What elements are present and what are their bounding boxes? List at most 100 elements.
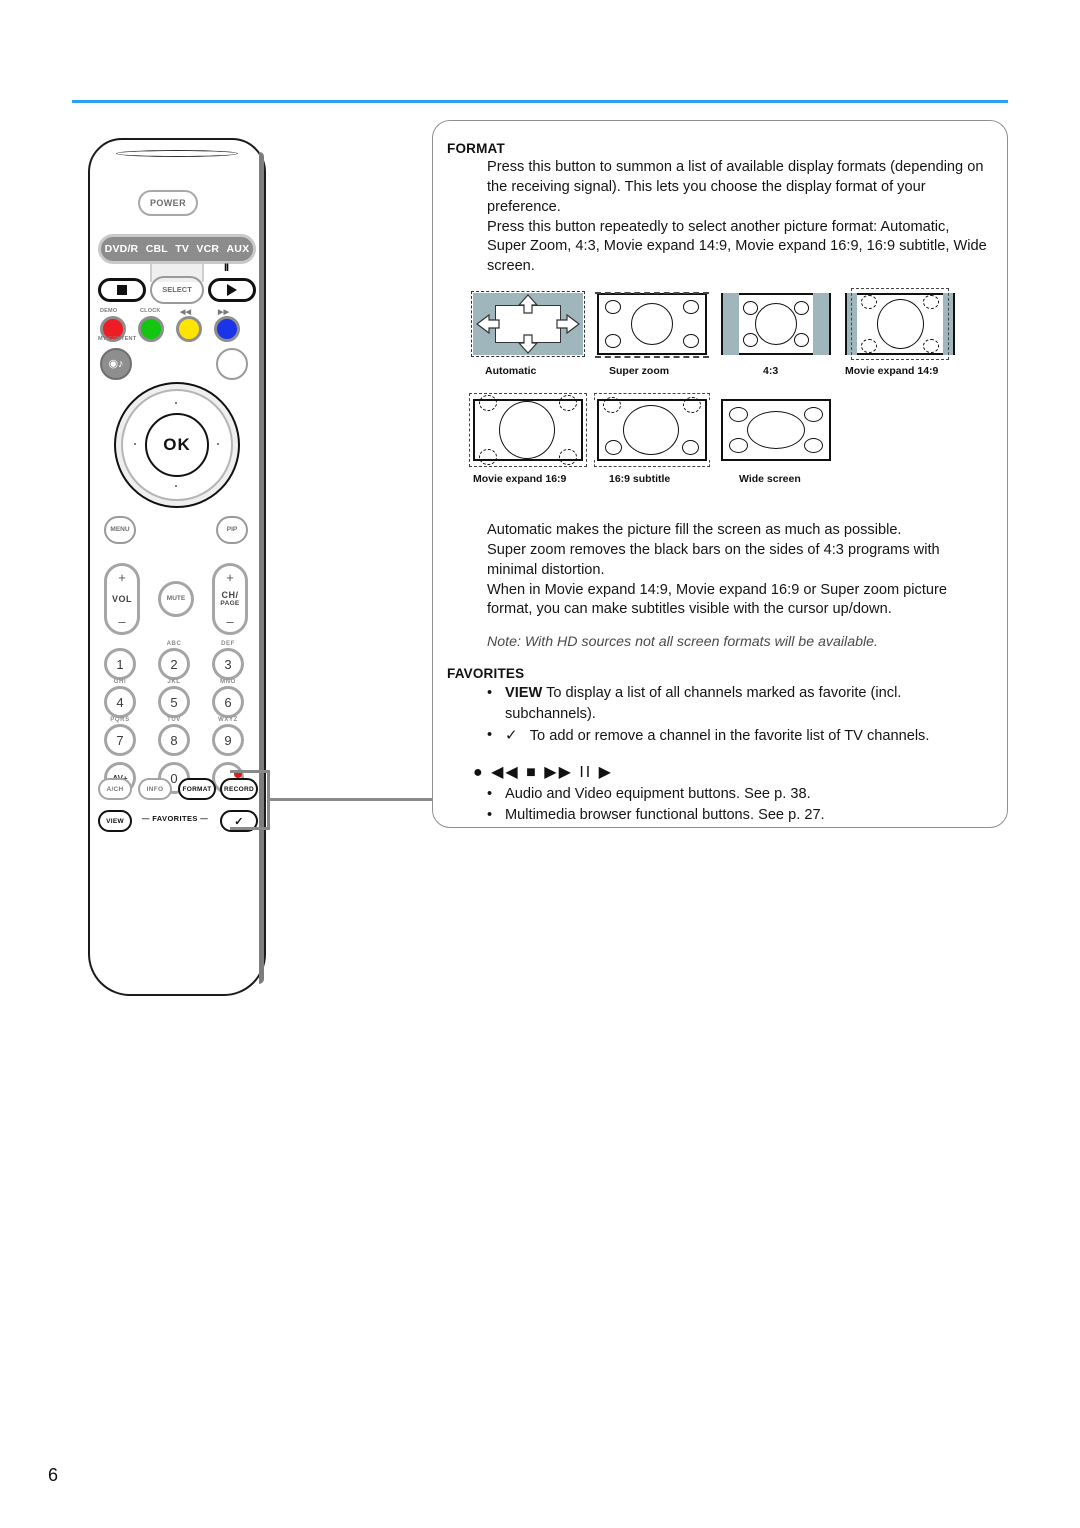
- pip-button-label: PIP: [226, 525, 238, 533]
- volume-up[interactable]: +: [107, 570, 137, 585]
- transport-glyph-row: ● ◀◀ ■ ▶▶ II ▶: [473, 764, 613, 782]
- volume-label: VOL: [111, 593, 132, 604]
- volume-rocker[interactable]: + VOL –: [104, 563, 140, 635]
- pip-button[interactable]: PIP: [216, 516, 248, 544]
- favorites-caption: — FAVORITES —: [141, 814, 209, 823]
- key-8[interactable]: 8: [158, 724, 190, 756]
- format-paragraph-3: Automatic makes the picture fill the scr…: [487, 522, 902, 539]
- device-mode-vcr[interactable]: VCR: [195, 243, 220, 255]
- format-caption-wide-screen: Wide screen: [739, 473, 801, 486]
- key-7-digit: 7: [116, 732, 124, 748]
- power-button-label: POWER: [149, 197, 186, 208]
- cursor-left-indicator[interactable]: [134, 443, 136, 445]
- key-4[interactable]: 4: [104, 686, 136, 718]
- power-button[interactable]: POWER: [138, 190, 198, 216]
- rewind-label: ◀◀: [180, 309, 192, 316]
- key-9[interactable]: 9: [212, 724, 244, 756]
- key-7[interactable]: 7: [104, 724, 136, 756]
- key-9-digit: 9: [224, 732, 232, 748]
- format-caption-movie-expand-16-9: Movie expand 16:9: [473, 473, 567, 486]
- format-heading: FORMAT: [447, 141, 505, 156]
- key-4-letters: GHI: [113, 679, 127, 685]
- device-mode-tv[interactable]: TV: [174, 243, 190, 255]
- info-button-label: INFO: [146, 785, 164, 793]
- green-clock-button[interactable]: [138, 316, 164, 342]
- format-diagram-16-9-subtitle: 16:9 subtitle: [594, 393, 710, 485]
- key-1[interactable]: 1: [104, 648, 136, 680]
- content-panel: FORMAT Press this button to summon a lis…: [432, 120, 1008, 828]
- key-5[interactable]: 5: [158, 686, 190, 718]
- key-3-letters: DEF: [221, 641, 235, 647]
- format-paragraph-4: Super zoom removes the black bars on the…: [487, 541, 940, 578]
- format-diagram-wide-screen: Wide screen: [721, 399, 831, 485]
- cursor-up-indicator[interactable]: [175, 402, 177, 404]
- select-button[interactable]: SELECT: [150, 276, 204, 304]
- channel-label-main: CH/: [221, 590, 239, 601]
- navigation-wheel[interactable]: OK: [114, 382, 240, 508]
- my-content-button[interactable]: ◉♪: [100, 348, 132, 380]
- header-rule: [72, 100, 1008, 103]
- key-2[interactable]: 2: [158, 648, 190, 680]
- key-6-letters: MNO: [220, 679, 236, 685]
- demo-label: DEMO: [100, 308, 118, 314]
- yellow-rewind-button[interactable]: [176, 316, 202, 342]
- clock-label: CLOCK: [140, 308, 161, 314]
- favorites-check-icon: ✓: [505, 726, 518, 744]
- format-caption-4-3: 4:3: [763, 365, 779, 378]
- favorites-view-text: To display a list of all channels marked…: [505, 685, 902, 722]
- channel-rocker[interactable]: + CH/ PAGE –: [212, 563, 248, 635]
- format-diagram-row-2: Movie expand 16:9 16:9 subtitle Wide scr…: [469, 393, 991, 499]
- remote-control-illustration: POWER DVD/R CBL TV VCR AUX SELECT II DEM…: [88, 138, 266, 996]
- format-caption-automatic: Automatic: [485, 365, 537, 378]
- forward-label: ▶▶: [218, 309, 230, 316]
- info-button[interactable]: INFO: [138, 778, 172, 800]
- media-disc-note-icon: ◉♪: [108, 357, 124, 370]
- page-number: 6: [48, 1465, 59, 1485]
- format-diagram-automatic: Automatic: [471, 291, 585, 377]
- channel-down[interactable]: –: [215, 614, 245, 629]
- blue-forward-button[interactable]: [214, 316, 240, 342]
- mute-button[interactable]: MUTE: [158, 581, 194, 617]
- remote-edge-shadow: [259, 152, 264, 984]
- play-button[interactable]: [208, 278, 256, 302]
- transport-list-item-1: Audio and Video equipment buttons. See p…: [447, 784, 991, 805]
- key-2-digit: 2: [170, 656, 178, 672]
- device-mode-dvdr[interactable]: DVD/R: [104, 243, 140, 255]
- unlabeled-round-button[interactable]: [216, 348, 248, 380]
- a-ch-button-label: A/CH: [106, 785, 124, 793]
- ir-window: [116, 150, 238, 157]
- cursor-right-indicator[interactable]: [217, 443, 219, 445]
- cursor-down-indicator[interactable]: [175, 485, 177, 487]
- format-caption-movie-expand-14-9: Movie expand 14:9: [845, 365, 939, 378]
- volume-down[interactable]: –: [107, 614, 137, 629]
- favorites-heading: FAVORITES: [447, 666, 525, 682]
- transport-list-item-2: Multimedia browser functional buttons. S…: [447, 805, 991, 826]
- key-5-digit: 5: [170, 694, 178, 710]
- stop-button[interactable]: [98, 278, 146, 302]
- device-mode-aux[interactable]: AUX: [226, 243, 251, 255]
- key-7-letters: PQRS: [110, 717, 130, 723]
- format-paragraph-2: Press this button repeatedly to select a…: [487, 218, 987, 275]
- key-0-digit: 0: [170, 770, 178, 786]
- key-3[interactable]: 3: [212, 648, 244, 680]
- format-diagram-super-zoom: Super zoom: [595, 292, 709, 377]
- channel-label-sub: PAGE: [220, 600, 240, 608]
- format-caption-16-9-subtitle: 16:9 subtitle: [609, 473, 671, 486]
- key-4-digit: 4: [116, 694, 124, 710]
- device-mode-bar[interactable]: DVD/R CBL TV VCR AUX: [98, 234, 256, 264]
- key-6[interactable]: 6: [212, 686, 244, 718]
- view-button[interactable]: VIEW: [98, 810, 132, 832]
- pause-icon: II: [224, 262, 229, 274]
- device-mode-cbl[interactable]: CBL: [145, 243, 169, 255]
- menu-button-label: MENU: [110, 525, 130, 533]
- format-button[interactable]: FORMAT: [178, 778, 216, 800]
- ok-button-label: OK: [163, 435, 191, 454]
- channel-up[interactable]: +: [215, 570, 245, 585]
- a-ch-button[interactable]: A/CH: [98, 778, 132, 800]
- channel-label: CH/ PAGE: [215, 590, 245, 608]
- ok-button[interactable]: OK: [145, 413, 209, 477]
- key-8-digit: 8: [170, 732, 178, 748]
- expand-arrows-icon: [476, 294, 580, 354]
- menu-button[interactable]: MENU: [104, 516, 136, 544]
- format-note: Note: With HD sources not all screen for…: [487, 634, 878, 651]
